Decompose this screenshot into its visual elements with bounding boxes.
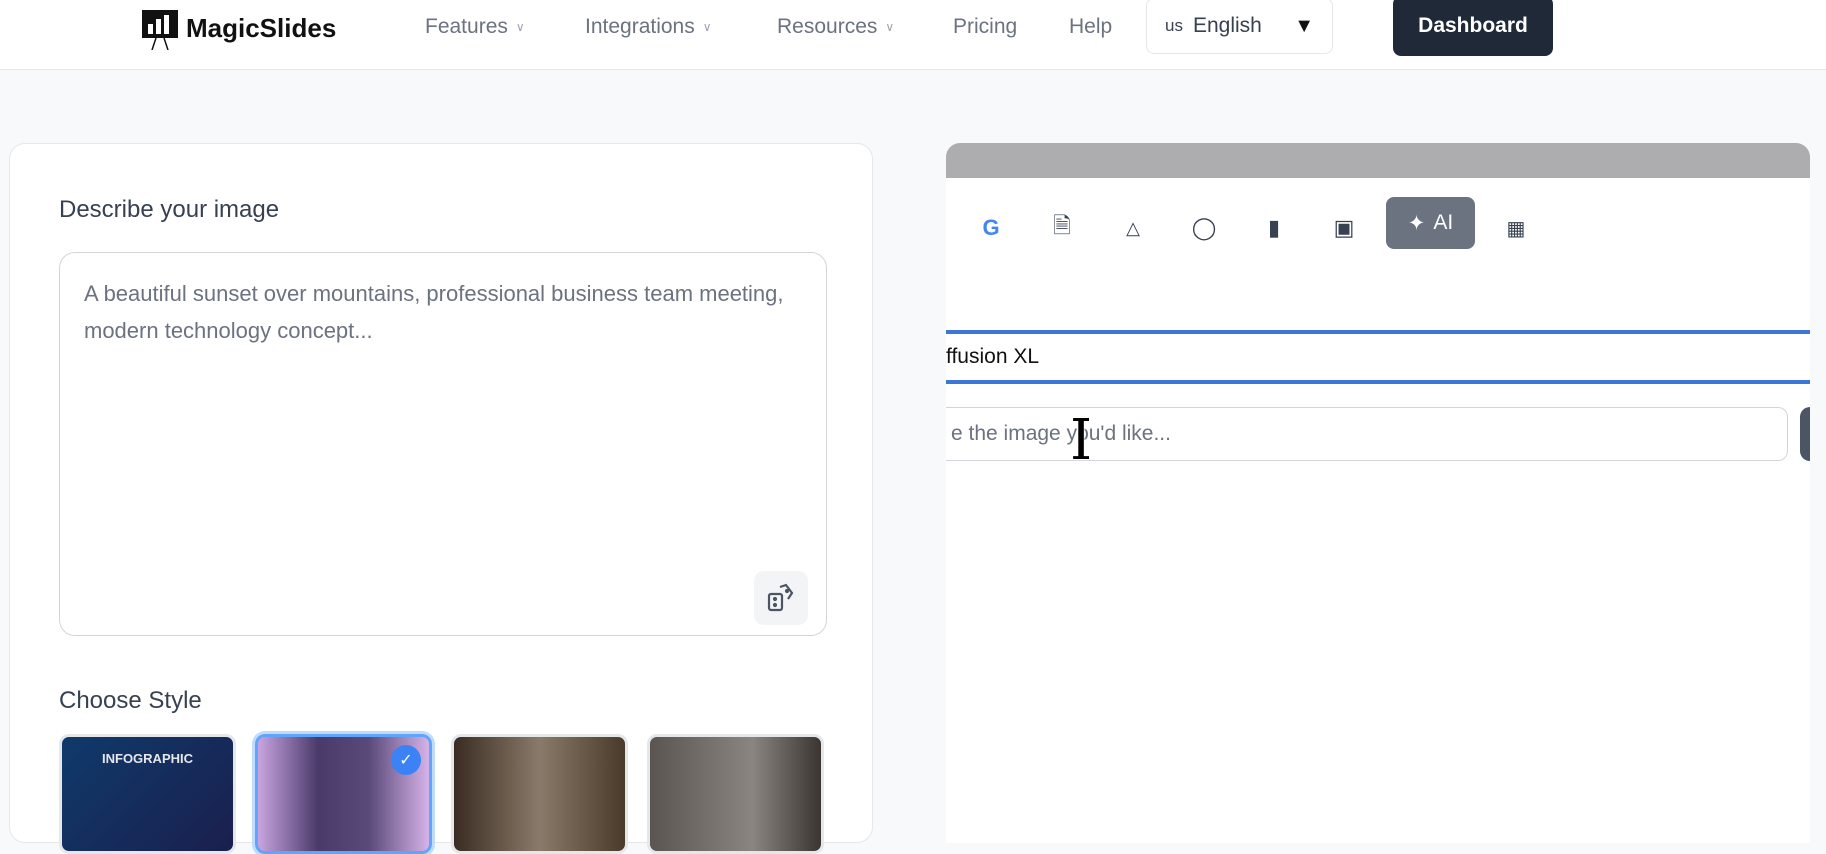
ai-label: AI — [1433, 211, 1454, 234]
nav-resources[interactable]: Resources ∨ — [777, 15, 894, 39]
chevron-down-icon: ∨ — [515, 20, 525, 34]
nav-label: Resources — [777, 15, 878, 38]
nav-label: Features — [425, 15, 508, 38]
nav-features[interactable]: Features ∨ — [425, 15, 525, 39]
prompt-placeholder: A beautiful sunset over mountains, profe… — [84, 281, 784, 343]
top-navbar: MagicSlides Features ∨ Integrations ∨ Reso… — [0, 0, 1826, 70]
nav-label: Integrations — [585, 15, 695, 38]
dropdown-triangle-icon: ▼ — [1294, 14, 1314, 37]
divider — [946, 380, 1810, 384]
nav-integrations[interactable]: Integrations ∨ — [585, 15, 712, 39]
qr-code-icon[interactable]: ▦ — [1496, 208, 1536, 248]
style-infographic[interactable]: INFOGRAPHIC — [59, 734, 236, 854]
language-label: English — [1192, 14, 1262, 37]
shapes-icon[interactable]: △ — [1113, 208, 1153, 248]
brand-name: MagicSlides — [186, 12, 337, 43]
chevron-down-icon: ∨ — [885, 20, 895, 34]
brand-logo[interactable]: MagicSlides — [142, 10, 337, 51]
ai-button[interactable]: ✦ AI — [1386, 197, 1475, 249]
panel-header-bar — [946, 143, 1810, 178]
check-icon: ✓ — [391, 745, 421, 775]
chevron-down-icon: ∨ — [702, 20, 712, 34]
nav-help[interactable]: Help — [1069, 15, 1112, 39]
style-art[interactable] — [647, 734, 824, 854]
nav-label: Help — [1069, 15, 1113, 38]
nav-label: Pricing — [953, 15, 1018, 38]
generate-button[interactable] — [1800, 407, 1810, 461]
country-code: us — [1165, 16, 1183, 35]
describe-label: Describe your image — [59, 196, 280, 223]
prompt-textarea[interactable]: A beautiful sunset over mountains, profe… — [59, 252, 827, 636]
choose-style-label: Choose Style — [59, 687, 202, 714]
style-portrait[interactable]: ✓ — [255, 734, 432, 854]
logo-icon — [142, 10, 178, 51]
image-generator-card: Describe your image A beautiful sunset o… — [9, 143, 873, 854]
text-cursor-icon: I — [1070, 408, 1093, 473]
document-icon[interactable]: 🗎 — [1042, 208, 1082, 248]
divider — [946, 330, 1810, 334]
dashboard-button[interactable]: Dashboard — [1393, 0, 1553, 56]
google-icon[interactable]: G — [971, 208, 1011, 248]
nav-pricing[interactable]: Pricing — [953, 15, 1017, 39]
language-select[interactable]: us English ▼ — [1146, 0, 1333, 54]
style-label: INFOGRAPHIC — [102, 751, 193, 766]
input-placeholder: e the image you'd like... — [951, 422, 1171, 445]
droplet-icon[interactable]: ◯ — [1184, 208, 1224, 248]
pdf-icon[interactable]: ▮ — [1254, 208, 1294, 248]
video-icon[interactable]: ▣ — [1324, 208, 1364, 248]
random-prompt-button[interactable] — [754, 571, 808, 625]
editor-preview-panel: G 🗎 △ ◯ ▮ ▣ ✦ AI ▦ ffusion XL e the image… — [946, 143, 1810, 843]
model-select[interactable]: ffusion XL — [946, 345, 1039, 369]
dice-icon — [767, 583, 794, 612]
style-photo[interactable] — [451, 734, 628, 854]
sparkle-icon: ✦ — [1407, 211, 1426, 235]
